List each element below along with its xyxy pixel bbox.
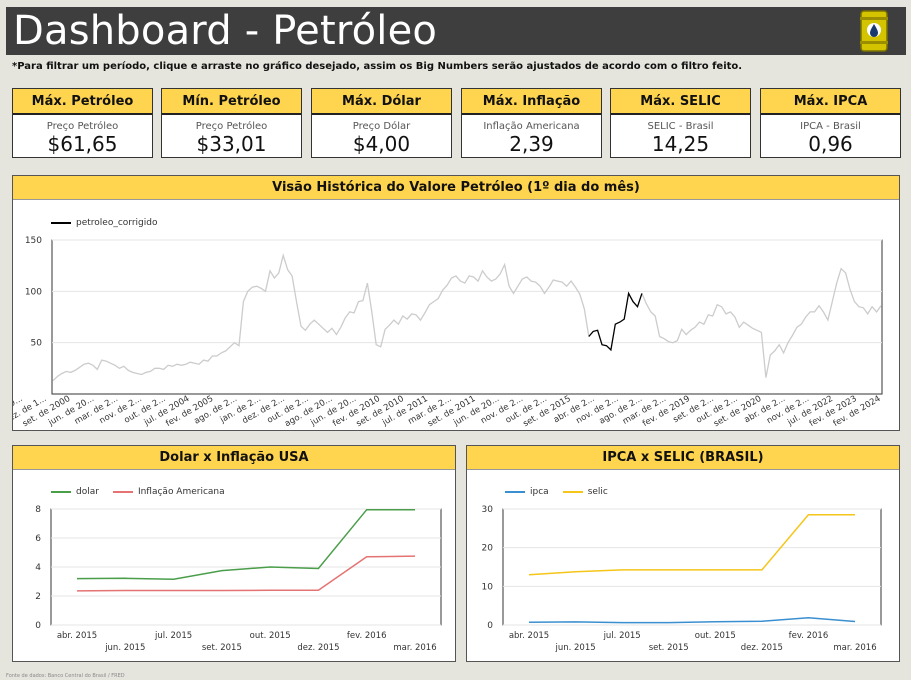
y-tick-label: 2 xyxy=(35,592,41,602)
y-tick-label: 8 xyxy=(35,505,41,515)
y-tick-label: 0 xyxy=(487,621,493,631)
x-tick-label: dez. 2015 xyxy=(297,643,339,653)
petroleo-history-panel[interactable]: Visão Histórica do Valore Petróleo (1º d… xyxy=(12,175,900,431)
x-tick-label: jul. 2015 xyxy=(603,631,641,641)
y-tick-label: 150 xyxy=(25,236,42,246)
series-line-infla-o-americana xyxy=(76,555,416,592)
ipca-selic-chart[interactable]: 0 10 20 30 abr. 2015 jun. 2015 jul. 2015 set. 2… xyxy=(467,470,899,661)
x-tick-label: fev. 2016 xyxy=(789,631,829,641)
kpi-card-max-selic: Máx. SELIC SELIC - Brasil 14,25 xyxy=(610,88,751,158)
ipca-selic-panel[interactable]: IPCA x SELIC (BRASIL) ipca selic 0 10 20 30… xyxy=(466,445,900,662)
kpi-value: $4,00 xyxy=(352,132,411,156)
dolar-inflacao-title: Dolar x Inflação USA xyxy=(13,446,455,470)
dolar-inflacao-panel[interactable]: Dolar x Inflação USA dolar Inflação Amer… xyxy=(12,445,456,662)
kpi-label: SELIC - Brasil xyxy=(647,121,714,132)
y-tick-label: 30 xyxy=(482,505,494,515)
kpi-value: $61,65 xyxy=(47,132,118,156)
kpi-title: Máx. Dólar xyxy=(312,89,451,115)
x-tick-label: set. 2015 xyxy=(649,643,689,653)
ipca-selic-title: IPCA x SELIC (BRASIL) xyxy=(467,446,899,470)
x-tick-label: mar. 2016 xyxy=(833,643,876,653)
series-line-selic xyxy=(528,514,855,576)
kpi-label: Preço Petróleo xyxy=(46,121,119,132)
y-tick-label: 20 xyxy=(482,544,494,554)
x-tick-label: fev. 2016 xyxy=(347,631,387,641)
x-tick-label: dez. 2015 xyxy=(741,643,783,653)
series-line-dolar xyxy=(76,508,415,581)
kpi-value: 0,96 xyxy=(808,132,853,156)
petroleo-history-chart[interactable]: 50100150jun. de 19...dez. de 1...set. de… xyxy=(13,200,899,430)
x-tick-label: jul. 2015 xyxy=(154,631,192,641)
x-tick-label: mar. 2016 xyxy=(393,643,436,653)
x-tick-label: out. 2015 xyxy=(250,631,291,641)
kpi-title: Máx. Inflação xyxy=(462,89,601,115)
petroleo-chart-title: Visão Histórica do Valore Petróleo (1º d… xyxy=(13,176,899,200)
kpi-label: Inflação Americana xyxy=(483,121,580,132)
plot-frame xyxy=(502,508,882,626)
series-line-petroleo-muted xyxy=(641,267,882,378)
y-tick-label: 10 xyxy=(482,582,494,592)
dashboard-header: Dashboard - Petróleo xyxy=(6,7,906,55)
dolar-inflacao-chart[interactable]: 0 2 4 6 8 abr. 2015 jun. 2015 jul. 2015 set. 201… xyxy=(13,470,455,661)
kpi-card-max-dolar: Máx. Dólar Preço Dólar $4,00 xyxy=(311,88,452,158)
x-tick-label: abr. 2015 xyxy=(57,631,97,641)
y-tick-label: 50 xyxy=(31,339,43,349)
page-title: Dashboard - Petróleo xyxy=(13,8,438,54)
footer-source: Fonte de dados: Banco Central do Brasil … xyxy=(6,673,125,679)
x-tick-label: out. 2015 xyxy=(695,631,736,641)
x-tick-label: jun. 2015 xyxy=(554,643,595,653)
series-line-petroleo-highlight xyxy=(588,291,643,352)
kpi-title: Máx. Petróleo xyxy=(13,89,152,115)
oil-barrel-icon xyxy=(860,10,888,52)
kpi-value: $33,01 xyxy=(196,132,267,156)
x-tick-label: abr. 2015 xyxy=(509,631,549,641)
kpi-card-max-inflacao: Máx. Inflação Inflação Americana 2,39 xyxy=(461,88,602,158)
series-line-petroleo-muted xyxy=(52,253,590,382)
y-tick-label: 0 xyxy=(35,621,41,631)
kpi-title: Máx. IPCA xyxy=(761,89,900,115)
kpi-card-max-ipca: Máx. IPCA IPCA - Brasil 0,96 xyxy=(760,88,901,158)
x-tick-label: set. 2015 xyxy=(202,643,242,653)
kpi-title: Máx. SELIC xyxy=(611,89,750,115)
kpi-label: IPCA - Brasil xyxy=(800,121,861,132)
kpi-value: 14,25 xyxy=(651,132,710,156)
filter-note: *Para filtrar um período, clique e arras… xyxy=(12,61,743,72)
y-tick-label: 100 xyxy=(25,287,42,297)
series-line-ipca xyxy=(528,616,856,624)
x-tick-label: jun. 2015 xyxy=(104,643,145,653)
plot-frame xyxy=(51,239,883,395)
kpi-label: Preço Dólar xyxy=(352,121,411,132)
kpi-card-min-petroleo: Mín. Petróleo Preço Petróleo $33,01 xyxy=(161,88,302,158)
kpi-label: Preço Petróleo xyxy=(195,121,268,132)
kpi-card-max-petroleo: Máx. Petróleo Preço Petróleo $61,65 xyxy=(12,88,153,158)
kpi-value: 2,39 xyxy=(509,132,554,156)
y-tick-label: 6 xyxy=(35,534,41,544)
kpi-title: Mín. Petróleo xyxy=(162,89,301,115)
y-tick-label: 4 xyxy=(35,563,41,573)
